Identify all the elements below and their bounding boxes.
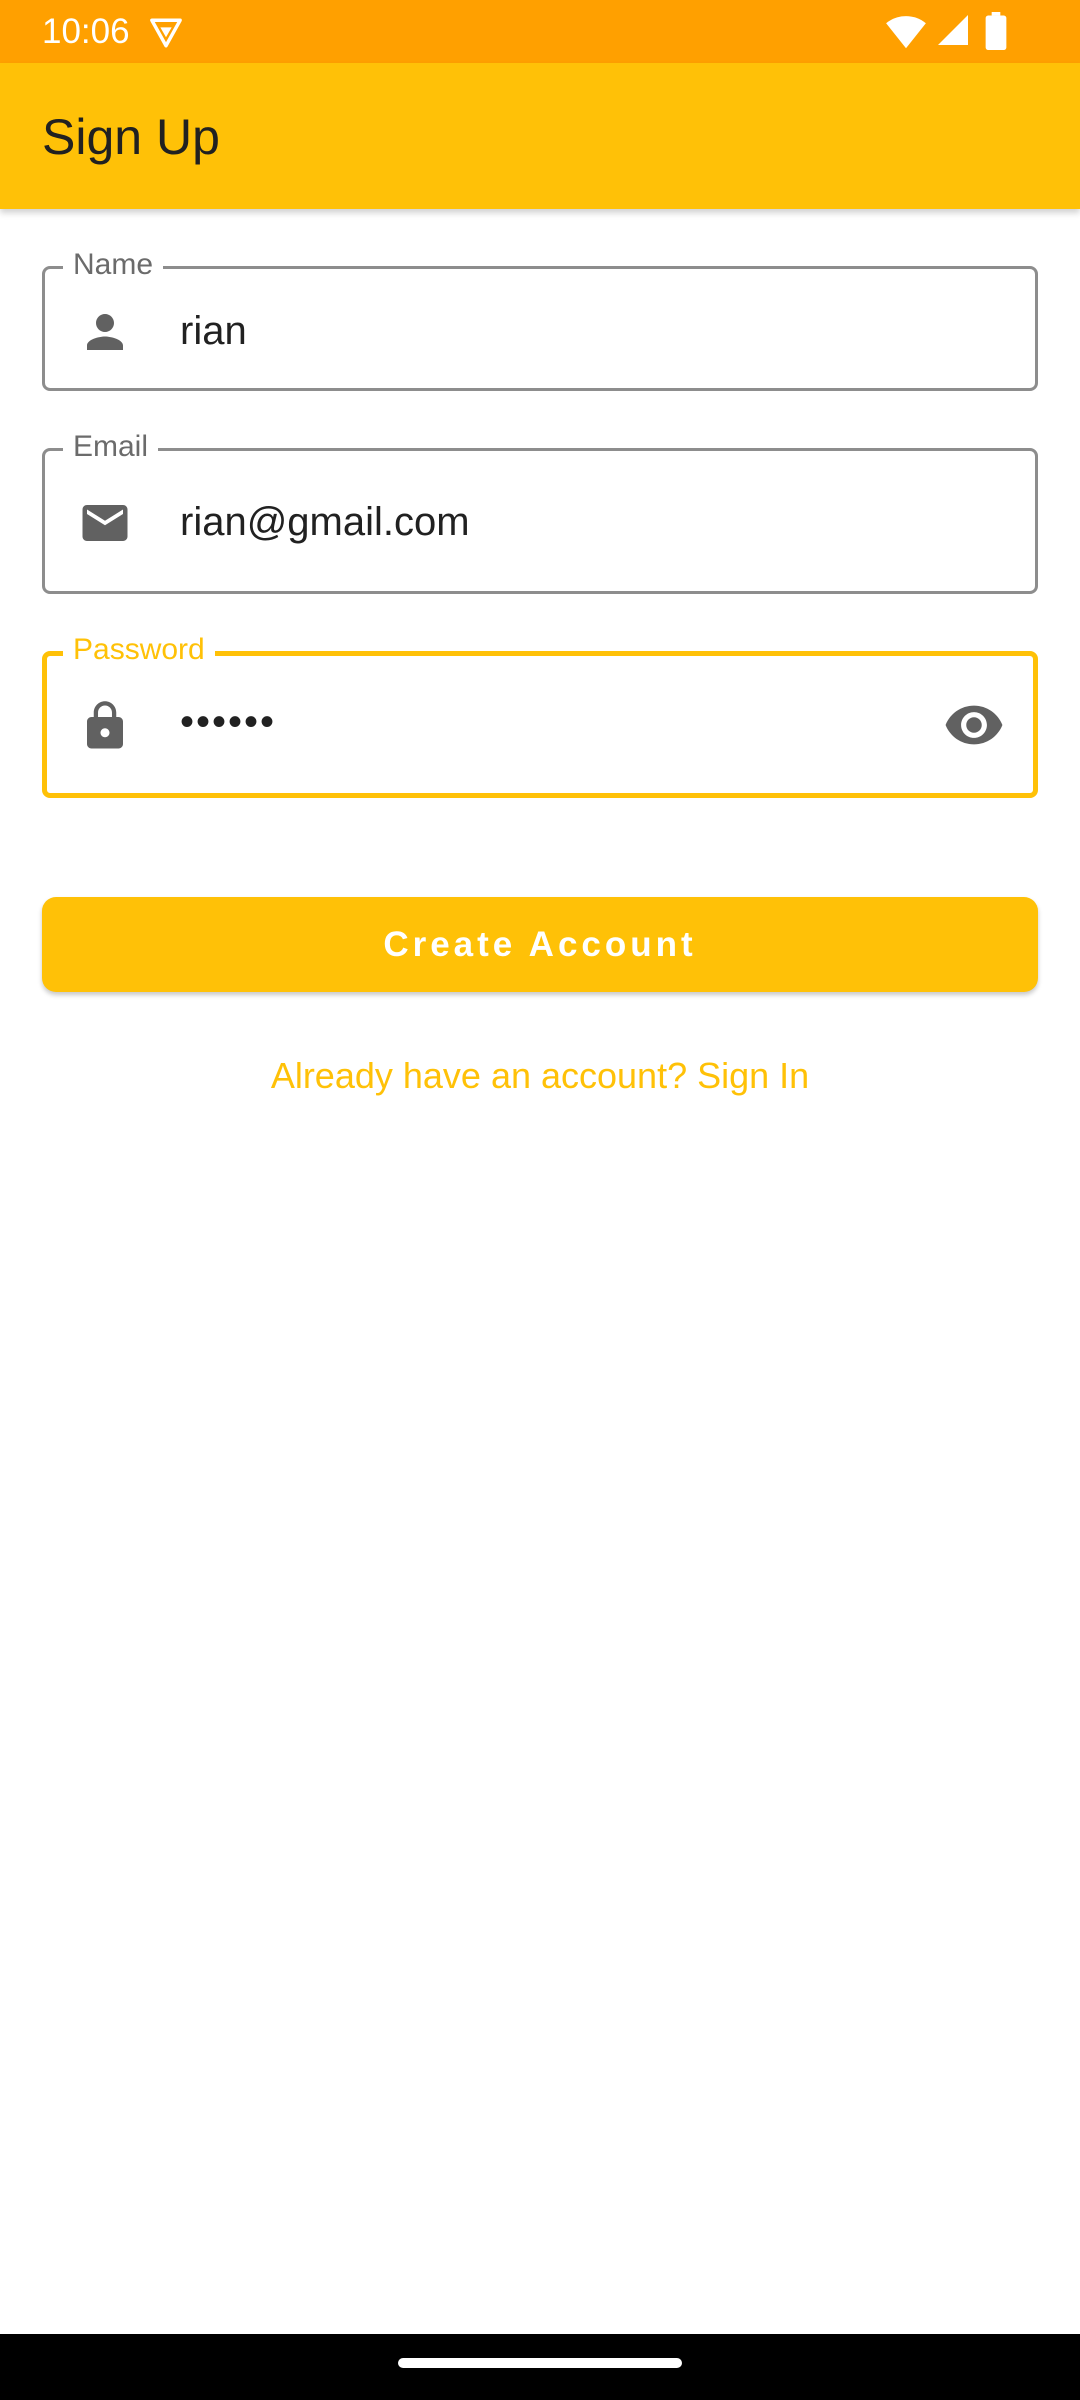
signal-icon bbox=[938, 15, 968, 45]
create-account-button[interactable]: Create Account bbox=[42, 897, 1038, 992]
navigation-bar bbox=[0, 2334, 1080, 2400]
password-field-label: Password bbox=[63, 632, 215, 668]
email-field-label: Email bbox=[63, 429, 159, 465]
name-field[interactable]: Name rian bbox=[42, 247, 1038, 391]
password-input[interactable]: •••••• bbox=[180, 698, 276, 746]
wifi-icon bbox=[886, 16, 926, 49]
sign-in-link[interactable]: Already have an account? Sign In bbox=[0, 1052, 1080, 1100]
person-icon bbox=[87, 314, 123, 350]
status-time: 10:06 bbox=[42, 12, 130, 51]
email-input[interactable]: rian@gmail.com bbox=[180, 498, 470, 546]
battery-icon bbox=[985, 12, 1007, 50]
eye-icon[interactable] bbox=[943, 694, 1005, 756]
password-field[interactable]: Password •••••• bbox=[42, 632, 1038, 798]
status-bar: 10:06 bbox=[0, 0, 1080, 63]
lock-icon bbox=[87, 701, 123, 749]
name-field-label: Name bbox=[63, 247, 164, 283]
name-input[interactable]: rian bbox=[180, 307, 247, 355]
app-bar: Sign Up bbox=[0, 63, 1080, 209]
email-field[interactable]: Email rian@gmail.com bbox=[42, 429, 1038, 594]
email-icon bbox=[82, 505, 128, 541]
home-gesture-handle[interactable] bbox=[398, 2358, 682, 2368]
vpn-shield-icon bbox=[150, 18, 182, 48]
page-title: Sign Up bbox=[42, 109, 220, 165]
